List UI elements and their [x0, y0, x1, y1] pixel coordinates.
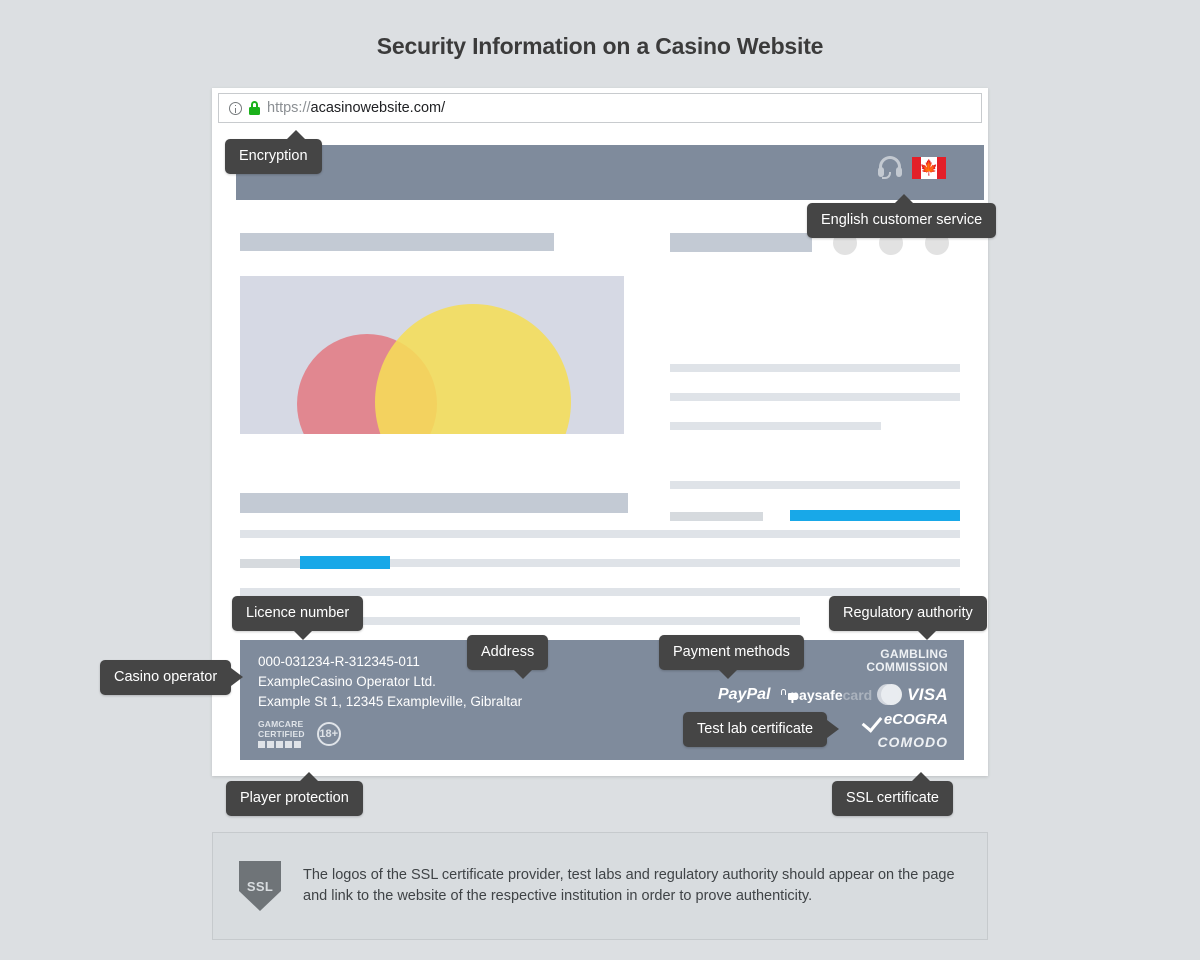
gamcare-line-2: CERTIFIED	[258, 728, 305, 739]
canada-flag-icon[interactable]: 🍁	[912, 157, 946, 179]
skeleton-line-r4	[670, 481, 960, 489]
gamcare-star-5	[294, 741, 301, 748]
ssl-note-panel: SSL The logos of the SSL certificate pro…	[212, 832, 988, 940]
skeleton-line-r1	[670, 364, 960, 372]
operator-name-value: ExampleCasino Operator Ltd.	[258, 674, 436, 689]
paysafe-lock-body	[788, 693, 798, 700]
paysafe-word-2: card	[842, 686, 873, 703]
ecogra-wordmark: eCOGRA	[883, 711, 948, 728]
hero-image-placeholder	[240, 276, 624, 434]
skeleton-line-r3	[670, 422, 881, 430]
page-title: Security Information on a Casino Website	[376, 33, 824, 59]
mastercard-logo[interactable]	[877, 684, 903, 705]
site-footer-panel: 000-031234-R-312345-011 ExampleCasino Op…	[240, 640, 964, 760]
callout-test-lab[interactable]: Test lab certificate	[683, 712, 828, 747]
skeleton-cta-right[interactable]	[790, 510, 960, 521]
gamcare-stars	[258, 741, 305, 748]
site-header-bar: 🍁	[236, 145, 984, 200]
age-restriction-badge[interactable]: 18+	[316, 722, 341, 746]
callout-encryption[interactable]: Encryption	[225, 130, 322, 174]
infographic-stage: https://acasinowebsite.com/ 🍁 000-031234…	[100, 88, 997, 940]
visa-logo[interactable]: VISA	[907, 685, 948, 705]
gamcare-star-4	[285, 741, 292, 748]
skeleton-line-m4	[240, 588, 960, 596]
gamcare-logo[interactable]: GAMCARE CERTIFIED	[258, 719, 305, 748]
checkmark-icon	[863, 712, 883, 728]
headset-ear-right	[896, 167, 902, 177]
url-host: acasinowebsite.com/	[310, 100, 446, 116]
lock-icon[interactable]	[249, 101, 260, 115]
maple-leaf-icon: 🍁	[919, 159, 939, 177]
headset-icon[interactable]	[877, 156, 903, 180]
player-protection-badges: GAMCARE CERTIFIED 18+	[258, 719, 341, 748]
gamcare-star-1	[258, 741, 265, 748]
mastercard-circle-right	[877, 684, 899, 705]
paysafe-word-1: paysafe	[790, 686, 843, 703]
callout-casino-operator[interactable]: Casino operator	[100, 660, 232, 695]
callout-licence-number[interactable]: Licence number	[232, 596, 364, 639]
paypal-logo[interactable]: PayPal	[718, 686, 770, 704]
callout-customer-service[interactable]: English customer service	[807, 194, 997, 238]
ssl-note-text: The logos of the SSL certificate provide…	[303, 867, 955, 904]
skeleton-heading-right	[670, 233, 812, 252]
url-scheme: https://	[267, 100, 311, 116]
headset-mic	[882, 172, 891, 179]
skeleton-line-r2	[670, 393, 960, 401]
hero-circle-yellow	[375, 304, 571, 434]
payment-logos: PayPal paysafe card VISA	[718, 684, 948, 705]
paysafecard-logo[interactable]: paysafe card	[779, 687, 872, 703]
skeleton-line-m2	[240, 559, 300, 568]
flag-center: 🍁	[919, 157, 939, 179]
callout-regulatory-authority[interactable]: Regulatory authority	[829, 596, 987, 639]
site-header-icons: 🍁	[877, 156, 946, 180]
callout-ssl-certificate[interactable]: SSL certificate	[832, 772, 953, 816]
callout-player-protection[interactable]: Player protection	[226, 772, 363, 816]
gamcare-star-2	[267, 741, 274, 748]
gamcare-star-3	[276, 741, 283, 748]
lock-body	[249, 107, 260, 115]
paysafe-lock-shackle	[781, 689, 787, 695]
skeleton-cta-mid[interactable]	[300, 556, 390, 569]
skeleton-line-m1	[240, 530, 960, 538]
url-text: https://acasinowebsite.com/	[267, 100, 445, 116]
address-bar[interactable]: https://acasinowebsite.com/	[218, 93, 982, 123]
browser-window: https://acasinowebsite.com/ 🍁 000-031234…	[212, 88, 988, 776]
skeleton-line-r5	[670, 512, 763, 521]
ssl-shield-icon: SSL	[239, 861, 281, 911]
callout-payment-methods[interactable]: Payment methods	[659, 635, 804, 678]
skeleton-heading-mid	[240, 493, 628, 513]
operator-address-value: Example St 1, 12345 Exampleville, Gibral…	[258, 694, 523, 709]
paysafe-lock-icon	[779, 689, 798, 700]
info-icon[interactable]	[229, 101, 242, 115]
skeleton-line-m3	[390, 559, 960, 567]
callout-address[interactable]: Address	[467, 635, 549, 678]
skeleton-heading-left	[240, 233, 554, 251]
